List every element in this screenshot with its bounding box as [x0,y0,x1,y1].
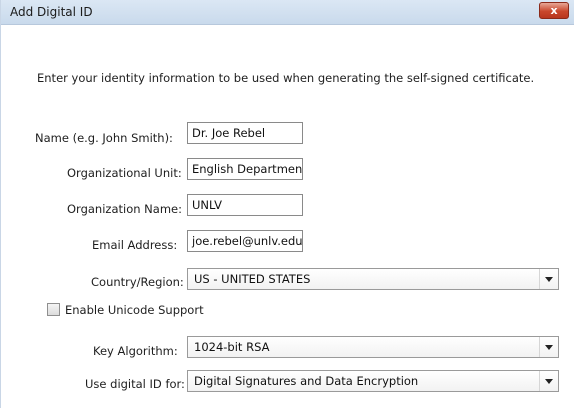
unicode-checkbox[interactable] [47,303,60,316]
name-field[interactable]: Dr. Joe Rebel [187,122,303,144]
usage-select[interactable]: Digital Signatures and Data Encryption [187,370,559,392]
chevron-down-icon[interactable] [539,371,558,391]
close-icon: x [550,4,558,17]
usage-select-value: Digital Signatures and Data Encryption [194,374,419,388]
name-field-value: Dr. Joe Rebel [192,126,266,140]
name-label: Name (e.g. John Smith): [35,131,173,145]
country-select[interactable]: US - UNITED STATES [187,268,559,290]
org-name-field-value: UNLV [192,198,223,212]
org-name-field[interactable]: UNLV [187,194,303,216]
intro-text: Enter your identity information to be us… [37,71,535,85]
org-unit-label: Organizational Unit: [67,166,182,180]
key-algorithm-label: Key Algorithm: [93,344,178,358]
chevron-down-icon[interactable] [539,269,558,289]
org-name-label: Organization Name: [67,202,182,216]
add-digital-id-dialog: Add Digital ID x Enter your identity inf… [0,0,574,408]
org-unit-field-value: English Department [192,162,303,176]
key-algorithm-select-value: 1024-bit RSA [194,340,270,354]
email-label: Email Address: [92,238,178,252]
country-label: Country/Region: [91,275,184,289]
org-unit-field[interactable]: English Department [187,158,303,180]
country-select-value: US - UNITED STATES [194,272,311,286]
usage-label: Use digital ID for: [85,377,185,391]
close-button[interactable]: x [539,2,569,19]
title-bar: Add Digital ID x [1,0,574,25]
dialog-title: Add Digital ID [10,5,93,19]
chevron-down-icon[interactable] [539,337,558,357]
email-field[interactable]: joe.rebel@unlv.edu [187,230,303,252]
unicode-label[interactable]: Enable Unicode Support [65,303,204,317]
key-algorithm-select[interactable]: 1024-bit RSA [187,336,559,358]
email-field-value: joe.rebel@unlv.edu [192,234,303,248]
